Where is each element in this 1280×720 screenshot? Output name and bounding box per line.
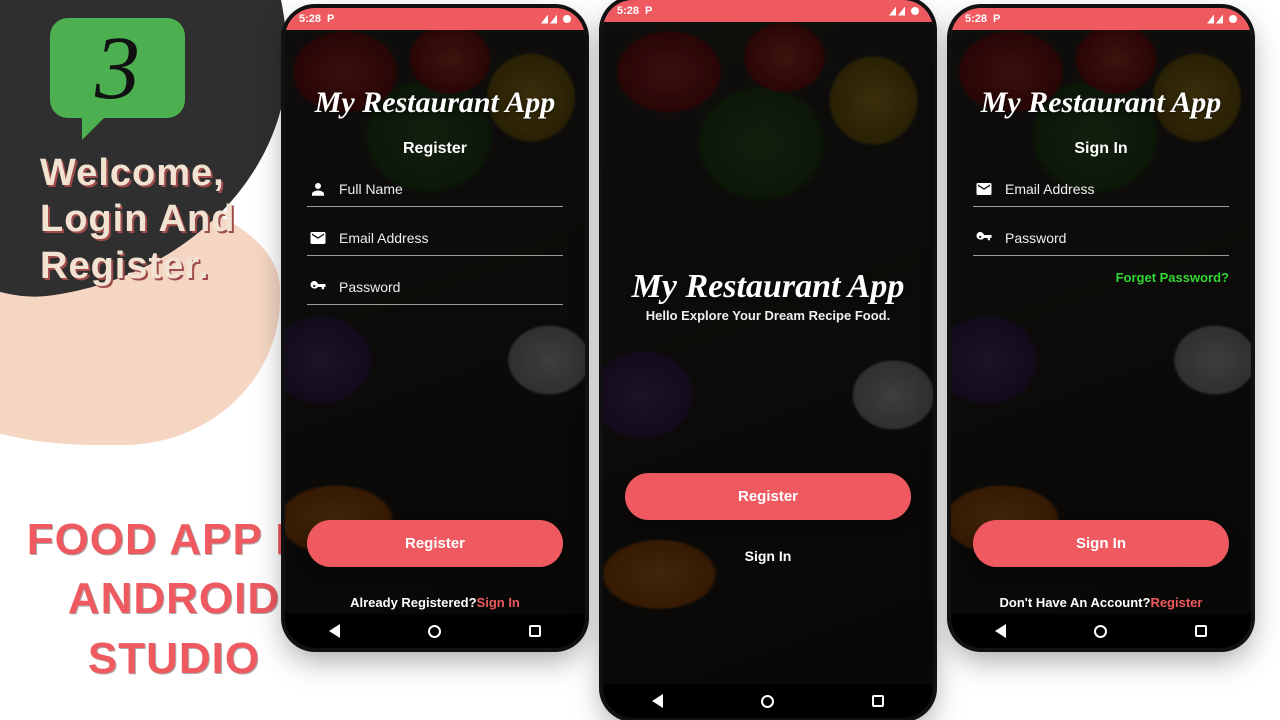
status-app-icon: P bbox=[993, 13, 1000, 25]
welcome-signin-link[interactable]: Sign In bbox=[625, 548, 911, 564]
footer-plain-text: Already Registered? bbox=[350, 595, 476, 610]
phone-register-screen: 5:28 P My Restaurant App Register bbox=[285, 8, 585, 648]
battery-icon bbox=[1229, 15, 1237, 23]
phone-login-screen: 5:28 P My Restaurant App Sign In bbox=[951, 8, 1251, 648]
footer-plain-text: Don't Have An Account? bbox=[1000, 595, 1151, 610]
signal-icon bbox=[541, 15, 557, 24]
key-icon bbox=[975, 229, 993, 247]
android-status-bar: 5:28 P bbox=[951, 8, 1251, 30]
android-nav-bar bbox=[285, 614, 585, 648]
email-input[interactable] bbox=[1005, 181, 1227, 197]
password-input[interactable] bbox=[1005, 230, 1227, 246]
password-field[interactable] bbox=[973, 221, 1229, 256]
nav-back-icon[interactable] bbox=[995, 624, 1006, 638]
fullname-field[interactable] bbox=[307, 172, 563, 207]
status-time: 5:28 bbox=[299, 13, 321, 25]
register-link[interactable]: Register bbox=[1150, 595, 1202, 610]
signin-heading: Sign In bbox=[973, 140, 1229, 158]
person-icon bbox=[309, 180, 327, 198]
phone-welcome-screen: 5:28 P My Restaurant App Hello Explore Y… bbox=[603, 0, 933, 718]
email-icon bbox=[975, 180, 993, 198]
nav-back-icon[interactable] bbox=[329, 624, 340, 638]
signin-link[interactable]: Sign In bbox=[477, 595, 520, 610]
email-field[interactable] bbox=[973, 172, 1229, 207]
app-title: My Restaurant App bbox=[973, 86, 1229, 120]
signin-button[interactable]: Sign In bbox=[973, 520, 1229, 567]
nav-recent-icon[interactable] bbox=[872, 695, 884, 707]
status-app-icon: P bbox=[327, 13, 334, 25]
nav-home-icon[interactable] bbox=[1094, 625, 1107, 638]
email-field[interactable] bbox=[307, 221, 563, 256]
app-title: My Restaurant App bbox=[625, 268, 911, 306]
android-nav-bar bbox=[951, 614, 1251, 648]
signal-icon bbox=[889, 7, 905, 16]
login-redirect-line: Already Registered?Sign In bbox=[307, 595, 563, 610]
app-title: My Restaurant App bbox=[307, 86, 563, 120]
forgot-password-link[interactable]: Forget Password? bbox=[973, 270, 1229, 285]
key-icon bbox=[309, 278, 327, 296]
register-redirect-line: Don't Have An Account?Register bbox=[973, 595, 1229, 610]
status-time: 5:28 bbox=[965, 13, 987, 25]
email-input[interactable] bbox=[339, 230, 561, 246]
phone-mockups-row: 5:28 P My Restaurant App Register bbox=[255, 0, 1280, 720]
status-time: 5:28 bbox=[617, 5, 639, 17]
welcome-register-button[interactable]: Register bbox=[625, 473, 911, 520]
android-status-bar: 5:28 P bbox=[603, 0, 933, 22]
welcome-subtitle: Hello Explore Your Dream Recipe Food. bbox=[625, 308, 911, 323]
android-nav-bar bbox=[603, 684, 933, 718]
battery-icon bbox=[563, 15, 571, 23]
banner-welcome-text: Welcome, Login And Register. bbox=[40, 150, 235, 289]
episode-number: 3 bbox=[95, 17, 140, 120]
android-status-bar: 5:28 P bbox=[285, 8, 585, 30]
battery-icon bbox=[911, 7, 919, 15]
password-input[interactable] bbox=[339, 279, 561, 295]
register-button[interactable]: Register bbox=[307, 520, 563, 567]
register-heading: Register bbox=[307, 140, 563, 158]
nav-back-icon[interactable] bbox=[652, 694, 663, 708]
nav-home-icon[interactable] bbox=[428, 625, 441, 638]
status-app-icon: P bbox=[645, 5, 652, 17]
password-field[interactable] bbox=[307, 270, 563, 305]
email-icon bbox=[309, 229, 327, 247]
signal-icon bbox=[1207, 15, 1223, 24]
nav-recent-icon[interactable] bbox=[529, 625, 541, 637]
nav-home-icon[interactable] bbox=[761, 695, 774, 708]
fullname-input[interactable] bbox=[339, 181, 561, 197]
episode-badge: 3 bbox=[50, 18, 185, 118]
nav-recent-icon[interactable] bbox=[1195, 625, 1207, 637]
